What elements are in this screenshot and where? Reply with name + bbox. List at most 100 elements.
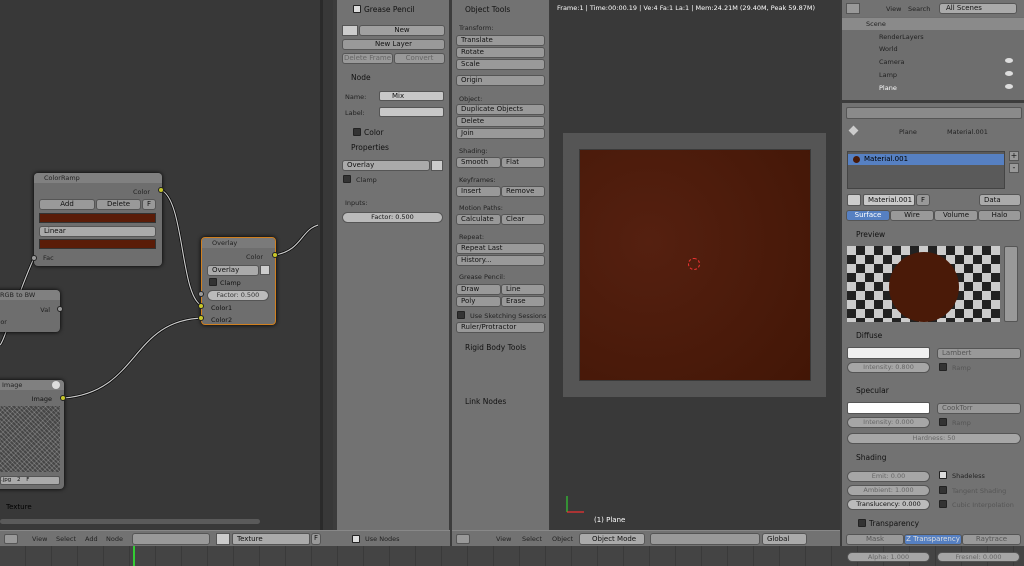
transform-orientation-dropdown[interactable]: Global [762, 533, 807, 545]
timeline-current-frame[interactable] [133, 546, 135, 566]
viewport-menu-object[interactable]: Object [552, 535, 573, 543]
outliner-item-plane[interactable]: Plane [879, 84, 897, 92]
eye-icon[interactable] [1005, 58, 1013, 63]
properties-panel-header[interactable]: Properties [337, 140, 449, 154]
scale-button[interactable]: Scale [456, 59, 545, 70]
specular-ramp-checkbox[interactable] [939, 418, 947, 426]
overlay-color1-socket[interactable] [198, 303, 204, 309]
specular-panel-header[interactable]: Specular [842, 383, 1024, 397]
overlay-fac-socket[interactable] [198, 291, 204, 297]
outliner-item-renderlayers[interactable]: RenderLayers [879, 33, 924, 41]
remove-keyframe-button[interactable]: Remove [501, 186, 545, 197]
cubic-interpolation-checkbox[interactable] [939, 500, 947, 508]
material-slot-row[interactable]: Material.001 [848, 154, 1004, 165]
calculate-button[interactable]: Calculate [456, 214, 501, 225]
overlay-clamp-checkbox[interactable] [209, 278, 217, 286]
diffuse-panel-header[interactable]: Diffuse [842, 328, 1024, 342]
node-panel-header[interactable]: Node [337, 70, 449, 84]
diffuse-color-swatch[interactable] [847, 347, 930, 359]
use-sketching-checkbox[interactable] [457, 311, 465, 319]
transparency-mask-button[interactable]: Mask [846, 534, 904, 545]
outliner-item-lamp[interactable]: Lamp [879, 71, 897, 79]
grease-pencil-browse-icon[interactable] [342, 25, 358, 36]
node-editor-scrollbar[interactable] [0, 519, 260, 524]
image-out-socket[interactable] [60, 395, 66, 401]
outliner-menu-search[interactable]: Search [908, 5, 930, 13]
draw-button[interactable]: Draw [456, 284, 501, 295]
rotate-button[interactable]: Rotate [456, 47, 545, 58]
duplicate-objects-button[interactable]: Duplicate Objects [456, 104, 545, 115]
editor-type-icon[interactable] [4, 534, 18, 544]
image-node-preview-icon[interactable] [52, 381, 60, 389]
specular-hardness-slider[interactable]: Hardness: 50 [847, 433, 1021, 444]
properties-context-tabs[interactable] [846, 107, 1022, 119]
repeat-last-button[interactable]: Repeat Last [456, 243, 545, 254]
material-link-dropdown[interactable]: Data [979, 194, 1021, 206]
transparency-z-button[interactable]: Z Transparency [904, 534, 962, 545]
alpha-slider[interactable]: Alpha: 1.000 [847, 552, 930, 562]
tab-wire[interactable]: Wire [890, 210, 934, 221]
convert-button[interactable]: Convert [394, 53, 445, 64]
outliner-item-scene[interactable]: Scene [866, 20, 886, 28]
colorramp-node[interactable]: ColorRamp Color Add Delete F Linear Fac [34, 173, 162, 266]
shading-panel-header[interactable]: Shading [842, 450, 1024, 464]
diffuse-intensity-slider[interactable]: Intensity: 0.800 [847, 362, 930, 373]
material-slots-list[interactable]: Material.001 [847, 151, 1005, 189]
overlay-node[interactable]: Overlay Color Overlay Clamp Factor: 0.50… [201, 237, 276, 325]
overlay-out-socket[interactable] [272, 252, 278, 258]
eye-icon[interactable] [1005, 84, 1013, 89]
new-layer-button[interactable]: New Layer [342, 39, 445, 50]
line-button[interactable]: Line [501, 284, 545, 295]
grease-pencil-checkbox[interactable] [353, 5, 361, 13]
shadeless-checkbox[interactable] [939, 471, 947, 479]
rgbtobw-node[interactable]: RGB to BW Val Color [0, 290, 60, 332]
image-node-controls[interactable]: .jpg 2 F [0, 476, 60, 485]
tab-volume[interactable]: Volume [934, 210, 978, 221]
node-menu-select[interactable]: Select [56, 535, 76, 543]
erase-button[interactable]: Erase [501, 296, 545, 307]
color-panel-header[interactable]: Color [337, 125, 449, 139]
overlay-browse-icon[interactable] [260, 265, 270, 275]
tangent-shading-checkbox[interactable] [939, 486, 947, 494]
colorramp-gradient[interactable] [39, 239, 156, 249]
3d-cursor-icon[interactable] [688, 258, 700, 270]
transparency-checkbox[interactable] [858, 519, 866, 527]
colorramp-add-button[interactable]: Add [39, 199, 95, 210]
texture-name-field[interactable]: Texture [232, 533, 310, 545]
object-mode-dropdown[interactable]: Object Mode [579, 533, 645, 545]
remove-slot-button[interactable]: - [1009, 163, 1019, 173]
viewport-menu-view[interactable]: View [496, 535, 511, 543]
properties-factor-slider[interactable]: Factor: 0.500 [342, 212, 443, 223]
properties-blend-dropdown[interactable]: Overlay [342, 160, 430, 171]
node-menu-add[interactable]: Add [85, 535, 98, 543]
diffuse-shader-dropdown[interactable]: Lambert [937, 348, 1021, 359]
add-slot-button[interactable]: + [1009, 151, 1019, 161]
node-editor[interactable]: ColorRamp Color Add Delete F Linear Fac … [0, 0, 333, 530]
use-nodes-checkbox[interactable] [352, 535, 360, 543]
clear-button[interactable]: Clear [501, 214, 545, 225]
specular-shader-dropdown[interactable]: CookTorr [937, 403, 1021, 414]
colorramp-delete-button[interactable]: Delete [96, 199, 141, 210]
ruler-button[interactable]: Ruler/Protractor [456, 322, 545, 333]
outliner-scenes-dropdown[interactable]: All Scenes [939, 3, 1017, 14]
outliner-menu-view[interactable]: View [886, 5, 901, 13]
overlay-blend-dropdown[interactable]: Overlay [207, 265, 259, 276]
link-nodes-header[interactable]: Link Nodes [452, 394, 549, 408]
emit-slider[interactable]: Emit: 0.00 [847, 471, 930, 482]
diffuse-ramp-checkbox[interactable] [939, 363, 947, 371]
rigid-body-header[interactable]: Rigid Body Tools [452, 340, 549, 354]
outliner-item-world[interactable]: World [879, 45, 898, 53]
overlay-factor-slider[interactable]: Factor: 0.500 [207, 290, 269, 301]
specular-color-swatch[interactable] [847, 402, 930, 414]
preview-type-buttons[interactable] [1004, 246, 1018, 322]
colorramp-out-socket[interactable] [158, 187, 164, 193]
image-node[interactable]: Image Image .jpg 2 F [0, 380, 64, 489]
grease-pencil-new-button[interactable]: New [359, 25, 445, 36]
properties-clamp-checkbox[interactable] [343, 175, 351, 183]
grease-pencil-panel-header[interactable]: Grease Pencil [337, 2, 449, 16]
rgbtobw-out-socket[interactable] [57, 306, 63, 312]
fresnel-slider[interactable]: Fresnel: 0.000 [937, 552, 1020, 562]
texture-browse-icon[interactable] [216, 533, 230, 545]
node-menu-node[interactable]: Node [106, 535, 123, 543]
node-tree-type-buttons[interactable] [132, 533, 210, 545]
